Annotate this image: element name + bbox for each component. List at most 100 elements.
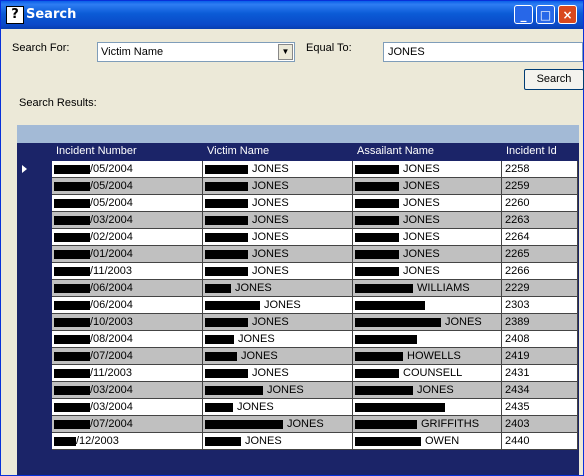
table-row[interactable]: /06/2004 JONES WILLIAMS 2229 — [52, 280, 578, 297]
table-cell-assailant[interactable]: OWEN — [353, 433, 502, 450]
table-cell-incident-number[interactable]: /07/2004 — [52, 348, 203, 365]
table-cell-id[interactable]: 2389 — [502, 314, 578, 331]
table-cell-incident-number[interactable]: /12/2003 — [52, 433, 203, 450]
table-cell-victim[interactable]: JONES — [203, 433, 353, 450]
table-row[interactable]: /06/2004 JONES 2303 — [52, 297, 578, 314]
table-cell-victim[interactable]: JONES — [203, 399, 353, 416]
chevron-down-icon[interactable]: ▼ — [278, 44, 293, 60]
column-header-assailant-name[interactable]: Assailant Name — [353, 143, 502, 160]
search-button[interactable]: Search — [524, 69, 584, 90]
table-cell-assailant[interactable]: COUNSELL — [353, 365, 502, 382]
table-cell-assailant[interactable]: JONES — [353, 178, 502, 195]
table-cell-id[interactable]: 2408 — [502, 331, 578, 348]
redaction-bar — [205, 164, 248, 174]
table-cell-victim[interactable]: JONES — [203, 331, 353, 348]
table-cell-assailant[interactable]: JONES — [353, 212, 502, 229]
table-row[interactable]: /05/2004 JONES JONES 2258 — [52, 161, 578, 178]
table-cell-assailant[interactable]: JONES — [353, 246, 502, 263]
table-cell-assailant[interactable] — [353, 331, 502, 348]
table-cell-assailant[interactable]: JONES — [353, 195, 502, 212]
table-cell-victim[interactable]: JONES — [203, 348, 353, 365]
table-cell-incident-number[interactable]: /07/2004 — [52, 416, 203, 433]
table-cell-assailant[interactable]: JONES — [353, 314, 502, 331]
table-row[interactable]: /03/2004 JONES 2435 — [52, 399, 578, 416]
table-cell-incident-number[interactable]: /05/2004 — [52, 178, 203, 195]
column-header-incident-id[interactable]: Incident Id — [502, 143, 578, 160]
table-cell-id[interactable]: 2434 — [502, 382, 578, 399]
table-cell-incident-number[interactable]: /05/2004 — [52, 161, 203, 178]
table-cell-assailant[interactable]: HOWELLS — [353, 348, 502, 365]
table-row[interactable]: /05/2004 JONES JONES 2259 — [52, 178, 578, 195]
table-cell-victim[interactable]: JONES — [203, 178, 353, 195]
table-cell-id[interactable]: 2303 — [502, 297, 578, 314]
table-cell-victim[interactable]: JONES — [203, 365, 353, 382]
table-cell-incident-number[interactable]: /01/2004 — [52, 246, 203, 263]
table-cell-id[interactable]: 2440 — [502, 433, 578, 450]
table-cell-id[interactable]: 2419 — [502, 348, 578, 365]
close-button[interactable]: × — [558, 5, 577, 24]
table-cell-incident-number[interactable]: /11/2003 — [52, 263, 203, 280]
table-cell-victim[interactable]: JONES — [203, 263, 353, 280]
table-cell-incident-number[interactable]: /06/2004 — [52, 280, 203, 297]
table-row[interactable]: /07/2004 JONES GRIFFITHS 2403 — [52, 416, 578, 433]
table-cell-incident-number[interactable]: /03/2004 — [52, 382, 203, 399]
table-cell-victim[interactable]: JONES — [203, 314, 353, 331]
table-cell-assailant[interactable]: GRIFFITHS — [353, 416, 502, 433]
column-header-incident-number[interactable]: Incident Number — [52, 143, 203, 160]
table-cell-victim[interactable]: JONES — [203, 280, 353, 297]
table-cell-victim[interactable]: JONES — [203, 195, 353, 212]
table-cell-assailant[interactable]: JONES — [353, 382, 502, 399]
results-grid[interactable]: Incident Number Victim Name Assailant Na… — [17, 125, 579, 475]
table-cell-incident-number[interactable]: /06/2004 — [52, 297, 203, 314]
table-cell-victim[interactable]: JONES — [203, 416, 353, 433]
table-cell-victim[interactable]: JONES — [203, 382, 353, 399]
title-bar[interactable]: ? Search _ □ × — [1, 1, 583, 29]
table-cell-victim[interactable]: JONES — [203, 212, 353, 229]
table-cell-id[interactable]: 2403 — [502, 416, 578, 433]
table-row[interactable]: /02/2004 JONES JONES 2264 — [52, 229, 578, 246]
table-cell-id[interactable]: 2260 — [502, 195, 578, 212]
table-cell-assailant[interactable]: JONES — [353, 263, 502, 280]
equal-to-input[interactable]: JONES — [383, 42, 583, 62]
table-row[interactable]: /08/2004 JONES 2408 — [52, 331, 578, 348]
table-cell-id[interactable]: 2258 — [502, 161, 578, 178]
table-cell-assailant[interactable] — [353, 399, 502, 416]
table-cell-id[interactable]: 2435 — [502, 399, 578, 416]
table-cell-id[interactable]: 2229 — [502, 280, 578, 297]
table-cell-id[interactable]: 2266 — [502, 263, 578, 280]
table-cell-id[interactable]: 2431 — [502, 365, 578, 382]
table-cell-incident-number[interactable]: /05/2004 — [52, 195, 203, 212]
table-cell-victim[interactable]: JONES — [203, 297, 353, 314]
table-row[interactable]: /03/2004 JONES JONES 2263 — [52, 212, 578, 229]
redaction-bar — [205, 232, 248, 242]
table-cell-incident-number[interactable]: /11/2003 — [52, 365, 203, 382]
table-cell-id[interactable]: 2259 — [502, 178, 578, 195]
maximize-button[interactable]: □ — [536, 5, 555, 24]
table-cell-assailant[interactable]: JONES — [353, 229, 502, 246]
table-cell-incident-number[interactable]: /03/2004 — [52, 212, 203, 229]
table-row[interactable]: /11/2003 JONES JONES 2266 — [52, 263, 578, 280]
table-cell-incident-number[interactable]: /02/2004 — [52, 229, 203, 246]
table-cell-assailant[interactable]: WILLIAMS — [353, 280, 502, 297]
table-cell-incident-number[interactable]: /10/2003 — [52, 314, 203, 331]
table-cell-id[interactable]: 2265 — [502, 246, 578, 263]
table-cell-victim[interactable]: JONES — [203, 229, 353, 246]
table-cell-victim[interactable]: JONES — [203, 246, 353, 263]
table-row[interactable]: /11/2003 JONES COUNSELL 2431 — [52, 365, 578, 382]
table-row[interactable]: /05/2004 JONES JONES 2260 — [52, 195, 578, 212]
table-row[interactable]: /10/2003 JONES JONES 2389 — [52, 314, 578, 331]
table-cell-assailant[interactable]: JONES — [353, 161, 502, 178]
minimize-button[interactable]: _ — [514, 5, 533, 24]
table-cell-incident-number[interactable]: /08/2004 — [52, 331, 203, 348]
table-cell-incident-number[interactable]: /03/2004 — [52, 399, 203, 416]
table-row[interactable]: /01/2004 JONES JONES 2265 — [52, 246, 578, 263]
table-cell-id[interactable]: 2264 — [502, 229, 578, 246]
search-for-dropdown[interactable]: Victim Name ▼ — [97, 42, 295, 62]
table-cell-assailant[interactable] — [353, 297, 502, 314]
table-cell-victim[interactable]: JONES — [203, 161, 353, 178]
table-row[interactable]: /03/2004 JONES JONES 2434 — [52, 382, 578, 399]
column-header-victim-name[interactable]: Victim Name — [203, 143, 353, 160]
table-cell-id[interactable]: 2263 — [502, 212, 578, 229]
table-row[interactable]: /07/2004 JONES HOWELLS 2419 — [52, 348, 578, 365]
table-row[interactable]: /12/2003 JONES OWEN 2440 — [52, 433, 578, 450]
